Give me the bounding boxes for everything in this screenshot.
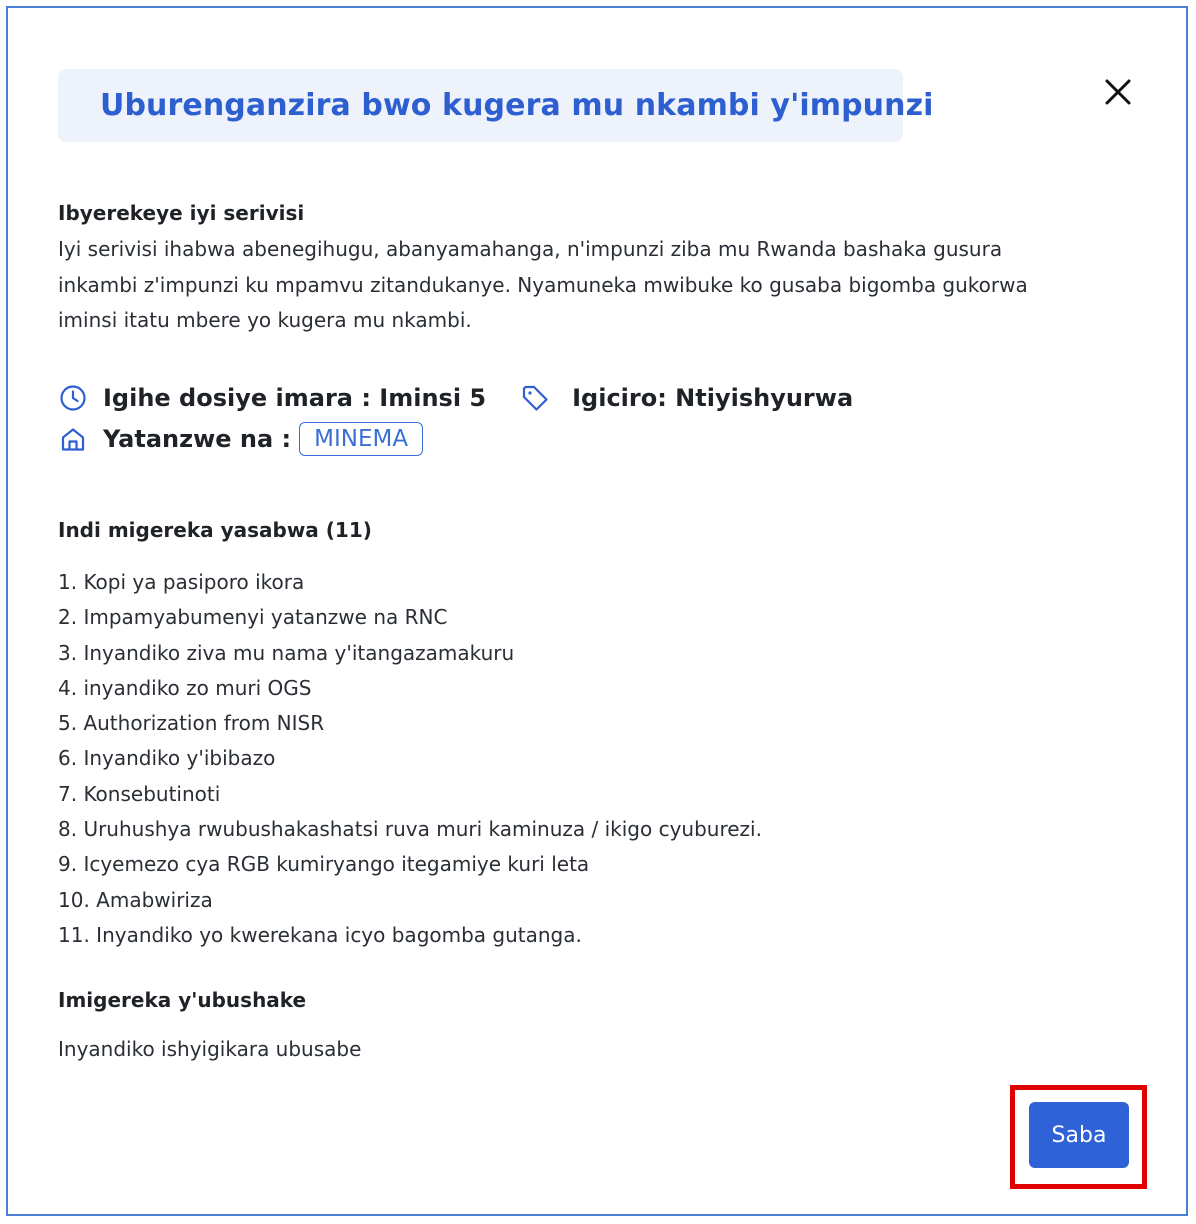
price: Igiciro: Ntiyishyurwa (572, 384, 854, 412)
processing-time: Igihe dosiye imara : Iminsi 5 (103, 384, 487, 412)
required-documents-list: 1. Kopi ya pasiporo ikora 2. Impamyabume… (58, 565, 762, 953)
list-item: 7. Konsebutinoti (58, 781, 221, 806)
list-item: 5. Authorization from NISR (58, 711, 325, 736)
service-modal: Uburenganzira bwo kugera mu nkambi y'imp… (6, 6, 1188, 1216)
list-item: 10. Amabwiriza (58, 887, 213, 912)
optional-documents-heading: Imigereka y'ubushake (58, 988, 307, 1012)
required-documents-heading: Indi migereka yasabwa (11) (58, 518, 372, 542)
service-description: Iyi serivisi ihabwa abenegihugu, abanyam… (58, 232, 1098, 339)
submit-button[interactable]: Saba (1029, 1102, 1129, 1168)
optional-documents-text: Inyandiko ishyigikara ubusabe (58, 1037, 362, 1061)
about-heading: Ibyerekeye iyi serivisi (58, 201, 305, 225)
provider-label: Yatanzwe na : (103, 425, 292, 453)
institution-badge[interactable]: MINEMA (299, 422, 424, 456)
list-item: 9. Icyemezo cya RGB kumiryango itegamiye… (58, 852, 590, 877)
list-item: 8. Uruhushya rwubushakashatsi ruva muri … (58, 817, 762, 842)
list-item: 6. Inyandiko y'ibibazo (58, 746, 276, 771)
description-line: iminsi itatu mbere yo kugera mu nkambi. (58, 308, 472, 332)
description-line: inkambi z'impunzi ku mpamvu zitandukanye… (58, 272, 1028, 297)
close-button[interactable] (1100, 74, 1136, 110)
meta-row-time-price: Igihe dosiye imara : Iminsi 5 Igiciro: N… (58, 381, 853, 415)
home-icon (58, 424, 88, 454)
meta-row-provider: Yatanzwe na : MINEMA (58, 422, 424, 456)
list-item: 1. Kopi ya pasiporo ikora (58, 570, 305, 594)
list-item: 3. Inyandiko ziva mu nama y'itangazamaku… (58, 640, 515, 665)
clock-icon (58, 383, 88, 413)
list-item: 2. Impamyabumenyi yatanzwe na RNC (58, 605, 448, 630)
modal-title-box: Uburenganzira bwo kugera mu nkambi y'imp… (58, 69, 933, 142)
list-item: 4. inyandiko zo muri OGS (58, 675, 312, 700)
description-line: Iyi serivisi ihabwa abenegihugu, abanyam… (58, 237, 1003, 261)
close-icon (1105, 79, 1131, 105)
tag-icon (520, 383, 550, 413)
list-item: 11. Inyandiko yo kwerekana icyo bagomba … (58, 922, 582, 947)
modal-title: Uburenganzira bwo kugera mu nkambi y'imp… (100, 88, 934, 123)
